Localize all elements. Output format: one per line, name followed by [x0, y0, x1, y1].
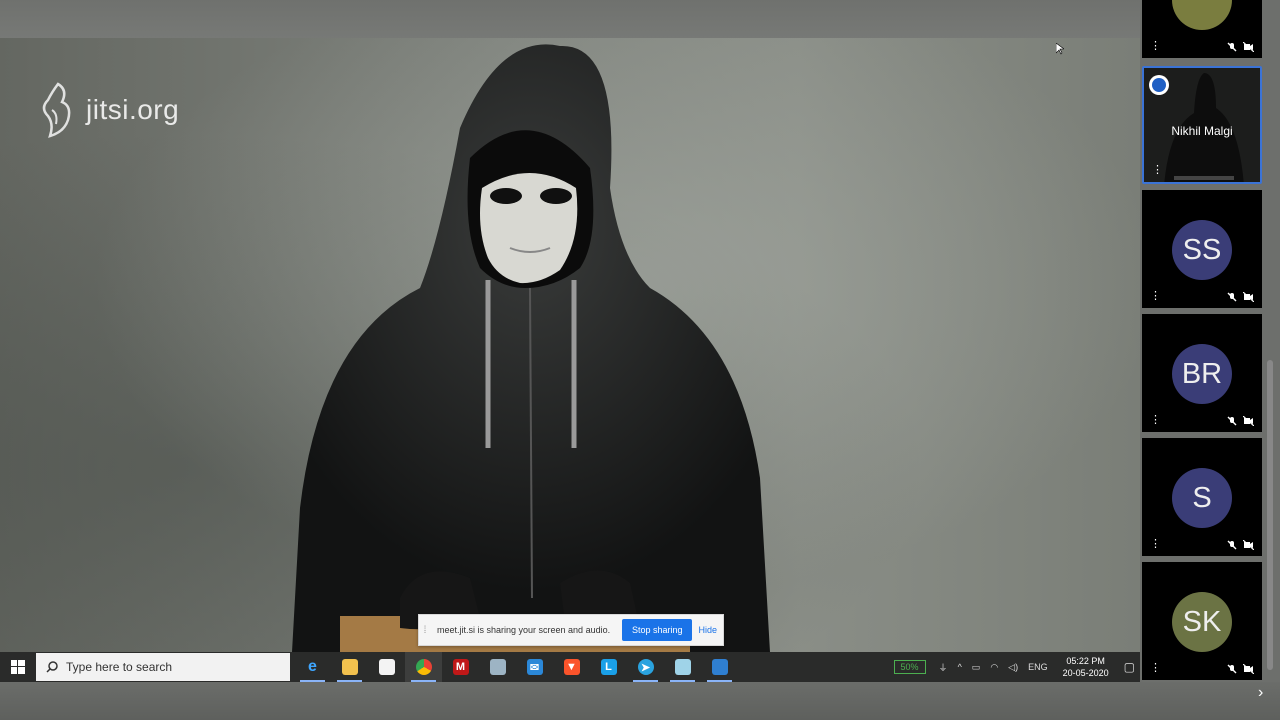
windows-taskbar: Type here to search e M ✉ ▼ L ➤ 50% ⏚ ^ … [0, 652, 1140, 682]
drag-handle-icon[interactable]: ⁞ [419, 625, 431, 636]
taskbar-notes[interactable] [664, 652, 701, 682]
tile-status-icons [1227, 540, 1254, 550]
video-off-icon [1243, 416, 1254, 426]
avatar [1172, 0, 1232, 30]
participant-tile-active[interactable]: Nikhil Malgi ⋮ [1142, 66, 1262, 184]
windows-logo-icon [11, 660, 25, 674]
share-message: meet.jit.si is sharing your screen and a… [437, 625, 611, 635]
more-options-icon[interactable]: ⋮ [1152, 165, 1163, 176]
chevron-up-icon[interactable]: ^ [958, 662, 962, 672]
taskbar-mcafee[interactable]: M [442, 652, 479, 682]
system-tray: 50% ⏚ ^ ▭ ◠ ◁) ENG 05:22 PM 20-05-2020 ▢ [893, 652, 1140, 682]
taskbar-brave[interactable]: ▼ [553, 652, 590, 682]
top-bar [0, 0, 1280, 38]
video-off-icon [1243, 292, 1254, 302]
brave-icon: ▼ [563, 659, 580, 675]
taskbar-chrome[interactable] [405, 652, 442, 682]
mail-icon: ✉ [526, 659, 543, 675]
taskbar-photos[interactable] [701, 652, 738, 682]
taskbar-file-explorer[interactable] [331, 652, 368, 682]
taskbar-store[interactable] [368, 652, 405, 682]
l-app-icon: L [600, 659, 617, 675]
telegram-icon: ➤ [637, 659, 654, 675]
tile-status-icons [1227, 416, 1254, 426]
jitsi-logo: jitsi.org [38, 80, 179, 140]
screen-share-notification: ⁞ meet.jit.si is sharing your screen and… [418, 614, 724, 646]
video-off-icon [1243, 664, 1254, 674]
store-icon [378, 659, 395, 675]
participant-tile[interactable]: BR ⋮ [1142, 314, 1262, 432]
battery-indicator[interactable]: 50% [893, 660, 926, 674]
participant-tile[interactable]: S ⋮ [1142, 438, 1262, 556]
clock-date: 20-05-2020 [1062, 668, 1109, 678]
clock-time: 05:22 PM [1066, 656, 1105, 666]
participant-tile[interactable]: ⋮ [1142, 0, 1262, 58]
mic-muted-icon [1227, 540, 1237, 550]
mic-muted-icon [1227, 416, 1237, 426]
taskbar-edge[interactable]: e [294, 652, 331, 682]
wifi-icon[interactable]: ◠ [990, 662, 998, 673]
jitsi-logo-icon [42, 82, 71, 138]
edge-icon: e [308, 658, 317, 675]
tile-status-icons [1227, 292, 1254, 302]
hide-button[interactable]: Hide [698, 625, 717, 635]
search-icon [46, 661, 58, 673]
avatar: SK [1172, 592, 1232, 652]
taskbar-telegram[interactable]: ➤ [627, 652, 664, 682]
chrome-icon [415, 659, 432, 675]
participant-tile[interactable]: SS ⋮ [1142, 190, 1262, 308]
more-options-icon[interactable]: ⋮ [1150, 663, 1161, 674]
more-options-icon[interactable]: ⋮ [1150, 415, 1161, 426]
mic-muted-icon [1227, 292, 1237, 302]
dominant-speaker-icon [1149, 75, 1169, 95]
taskbar-l-app[interactable]: L [590, 652, 627, 682]
mcafee-icon: M [452, 659, 469, 675]
file-explorer-icon [341, 659, 358, 675]
notifications-icon[interactable]: ▢ [1124, 660, 1135, 674]
video-off-icon [1243, 540, 1254, 550]
avatar: SS [1172, 220, 1232, 280]
pinned-apps: e M ✉ ▼ L ➤ [294, 652, 738, 682]
participant-filmstrip: ⋮ Nikhil Malgi ⋮ SS ⋮ BR ⋮ S ⋮ SK ⋮ [1140, 0, 1280, 682]
stop-sharing-button[interactable]: Stop sharing [621, 619, 693, 641]
more-options-icon[interactable]: ⋮ [1150, 539, 1161, 550]
photos-icon [711, 659, 728, 675]
bottom-strip [0, 682, 1280, 720]
mic-muted-icon [1227, 664, 1237, 674]
more-options-icon[interactable]: ⋮ [1150, 291, 1161, 302]
participant-name: Nikhil Malgi [1171, 124, 1233, 138]
language-indicator[interactable]: ENG [1028, 662, 1048, 672]
search-placeholder: Type here to search [66, 660, 173, 674]
power-plug-icon: ⏚ [938, 662, 948, 673]
tile-status-icons [1227, 42, 1254, 52]
taskbar-search-box[interactable]: Type here to search [36, 653, 290, 681]
participant-tile[interactable]: SK ⋮ [1142, 562, 1262, 680]
volume-icon[interactable]: ◁) [1008, 662, 1018, 673]
more-options-icon[interactable]: ⋮ [1150, 41, 1161, 52]
chevron-right-icon[interactable]: › [1258, 684, 1263, 702]
taskbar-paint[interactable] [479, 652, 516, 682]
start-button[interactable] [0, 652, 36, 682]
avatar: BR [1172, 344, 1232, 404]
tile-status-icons [1227, 664, 1254, 674]
notes-icon [674, 659, 691, 675]
filmstrip-scrollbar[interactable] [1267, 360, 1273, 670]
mouse-cursor-icon [1056, 43, 1064, 55]
mic-muted-icon [1227, 42, 1237, 52]
video-off-icon [1243, 42, 1254, 52]
taskbar-mail[interactable]: ✉ [516, 652, 553, 682]
avatar: S [1172, 468, 1232, 528]
shared-screen-stage: jitsi.org [0, 38, 1140, 652]
clock[interactable]: 05:22 PM 20-05-2020 [1063, 655, 1109, 679]
battery-icon[interactable]: ▭ [972, 662, 981, 673]
logo-text: jitsi.org [86, 94, 180, 125]
paint-icon [489, 659, 506, 675]
